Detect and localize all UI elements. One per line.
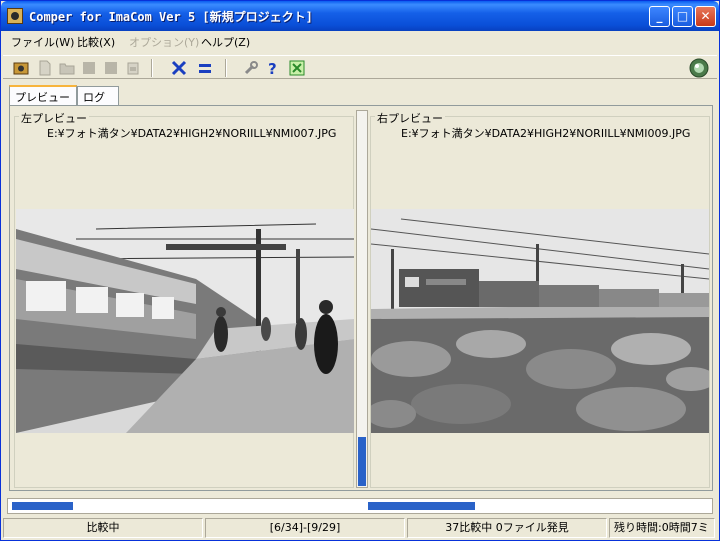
status-remaining-time: 残り時間:0時間7ミ: [609, 518, 715, 538]
print-icon[interactable]: [125, 60, 141, 76]
left-preview-image[interactable]: [16, 209, 354, 433]
status-bar: 比較中 [6/34]-[9/29] 37比較中 0ファイル発見 残り時間:0時間…: [1, 518, 719, 540]
menu-options[interactable]: オプション(Y): [129, 34, 199, 50]
cross-compare-icon[interactable]: [171, 60, 187, 76]
maximize-button[interactable]: □: [672, 6, 693, 27]
title-bar[interactable]: Comper for ImaCom Ver 5 [新規プロジェクト] _ □ ✕: [1, 1, 719, 31]
tab-preview[interactable]: プレビュー: [9, 85, 77, 106]
window-title: Comper for ImaCom Ver 5 [新規プロジェクト]: [29, 10, 313, 24]
toolbar: ?: [3, 55, 717, 79]
status-state: 比較中: [3, 518, 203, 538]
toolbar-separator: [225, 59, 227, 77]
menu-help[interactable]: ヘルプ(Z): [201, 34, 250, 50]
right-preview-group: 右プレビュー E:¥フォト満タン¥DATA2¥HIGH2¥NORIILL¥NMI…: [370, 110, 710, 488]
equal-icon[interactable]: [197, 60, 213, 76]
help-icon[interactable]: ?: [265, 60, 281, 76]
right-file-path: E:¥フォト満タン¥DATA2¥HIGH2¥NORIILL¥NMI009.JPG: [401, 127, 691, 140]
open-folder-icon[interactable]: [59, 60, 75, 76]
wrench-icon[interactable]: [243, 60, 259, 76]
save-all-icon[interactable]: [103, 60, 119, 76]
left-progress-bar: [12, 502, 73, 510]
tab-log[interactable]: ログ: [77, 86, 119, 105]
toolbar-separator: [151, 59, 153, 77]
status-summary: 37比較中 0ファイル発見: [407, 518, 607, 538]
close-button[interactable]: ✕: [695, 6, 716, 27]
left-preview-group: 左プレビュー E:¥フォト満タン¥DATA2¥HIGH2¥NORIILL¥NMI…: [14, 110, 354, 488]
tab-log-label: ログ: [83, 91, 105, 104]
left-file-path: E:¥フォト満タン¥DATA2¥HIGH2¥NORIILL¥NMI007.JPG: [47, 127, 337, 140]
app-icon[interactable]: [7, 8, 23, 24]
preview-panel: 左プレビュー E:¥フォト満タン¥DATA2¥HIGH2¥NORIILL¥NMI…: [9, 105, 713, 491]
app-window: Comper for ImaCom Ver 5 [新規プロジェクト] _ □ ✕…: [0, 0, 720, 541]
splitter-scroll-thumb[interactable]: [358, 437, 366, 486]
project-icon[interactable]: [13, 60, 29, 76]
minimize-button[interactable]: _: [649, 6, 670, 27]
export-icon[interactable]: [289, 60, 305, 76]
svg-text:?: ?: [268, 60, 277, 76]
right-preview-image[interactable]: [371, 209, 709, 433]
progress-bars: [7, 498, 713, 514]
tab-preview-label: プレビュー: [15, 91, 70, 104]
save-icon[interactable]: [81, 60, 97, 76]
menu-file[interactable]: ファイル(W): [11, 34, 74, 50]
menu-compare[interactable]: 比較(X): [77, 34, 115, 50]
left-preview-label: 左プレビュー: [19, 110, 89, 126]
new-file-icon[interactable]: [37, 60, 53, 76]
globe-icon[interactable]: [689, 58, 709, 78]
right-progress-bar: [368, 502, 475, 510]
right-preview-label: 右プレビュー: [375, 110, 445, 126]
menu-bar: ファイル(W) 比較(X) オプション(Y) ヘルプ(Z): [1, 31, 719, 51]
preview-splitter[interactable]: [356, 110, 368, 488]
status-counter: [6/34]-[9/29]: [205, 518, 405, 538]
